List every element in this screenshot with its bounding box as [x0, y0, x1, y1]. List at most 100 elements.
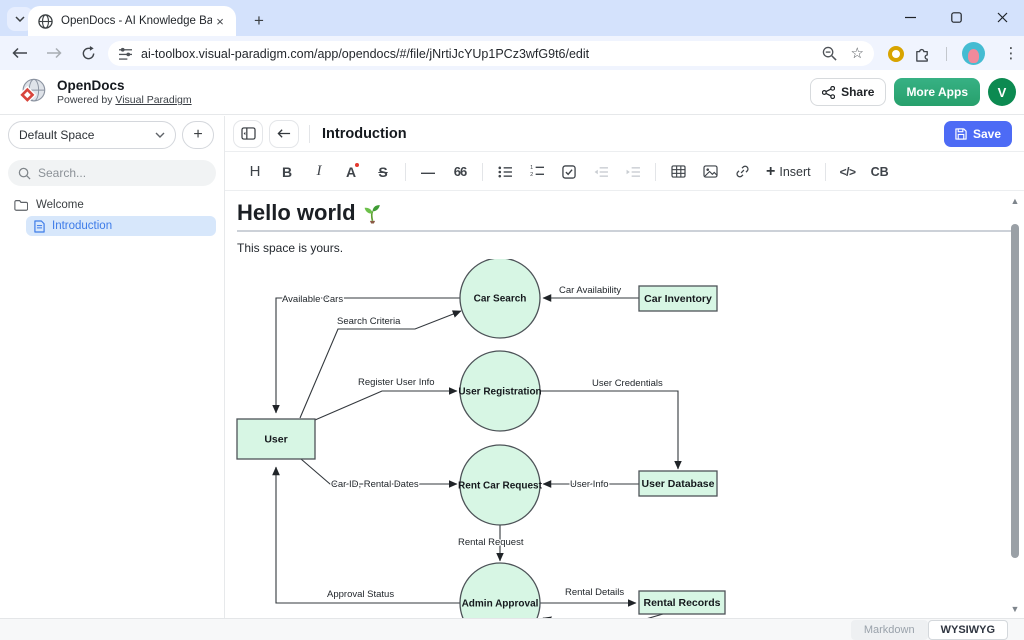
image-button[interactable]	[696, 158, 724, 186]
extensions-puzzle-icon[interactable]	[914, 45, 931, 62]
nav-separator	[946, 47, 947, 61]
opendocs-logo	[18, 77, 48, 107]
user-avatar[interactable]: V	[988, 78, 1016, 106]
wysiwyg-mode-button[interactable]: WYSIWYG	[928, 620, 1008, 640]
svg-text:1: 1	[530, 165, 533, 171]
heading-button[interactable]: H	[241, 158, 269, 186]
ordered-list-icon: 1 2	[530, 165, 545, 178]
dfd-diagram[interactable]: Available CarsSearch CriteriaCar Availab…	[225, 259, 1006, 618]
insert-button[interactable]: + Insert	[760, 158, 817, 186]
task-list-button[interactable]	[555, 158, 583, 186]
chevron-down-icon	[15, 16, 25, 22]
panel-left-icon	[241, 127, 256, 140]
share-button[interactable]: Share	[810, 78, 886, 106]
browser-menu-icon[interactable]: ⋮	[1000, 41, 1022, 65]
flow-register-user-info	[315, 391, 457, 420]
process-label-user-registration: User Registration	[458, 387, 541, 398]
space-selector[interactable]: Default Space	[8, 121, 176, 149]
avatar-figure	[968, 49, 979, 63]
browser-profile-avatar[interactable]	[962, 42, 985, 65]
back-arrow-icon	[12, 47, 28, 59]
code-block-button[interactable]: CB	[866, 158, 894, 186]
tab-title: OpenDocs - AI Knowledge Base	[61, 15, 212, 27]
table-icon	[671, 165, 686, 178]
address-bar[interactable]: ai-toolbox.visual-paradigm.com/app/opend…	[108, 41, 874, 66]
entity-label-rental-records: Rental Records	[643, 597, 720, 609]
doc-back-button[interactable]	[269, 120, 299, 148]
svg-text:2: 2	[530, 172, 533, 178]
horizontal-rule-button[interactable]: —	[414, 158, 442, 186]
blockquote-button[interactable]: 66	[446, 158, 474, 186]
zoom-out-icon[interactable]	[822, 46, 837, 61]
font-color-button[interactable]: A	[337, 158, 365, 186]
sidebar-item-welcome[interactable]: Welcome	[8, 196, 216, 214]
flow-label: Rental Details	[565, 587, 624, 598]
strikethrough-button[interactable]: S	[369, 158, 397, 186]
flow-label: Car Availability	[559, 285, 621, 296]
doc-heading: Hello world	[237, 200, 1024, 226]
more-apps-button[interactable]: More Apps	[894, 78, 980, 106]
save-button[interactable]: Save	[944, 121, 1012, 147]
window-close-button[interactable]	[988, 4, 1016, 30]
chevron-down-icon	[155, 132, 165, 138]
scroll-up-icon[interactable]: ▲	[1010, 196, 1020, 206]
sidebar-item-introduction[interactable]: Introduction	[26, 216, 216, 236]
status-bar: Markdown WYSIWYG	[0, 618, 1024, 640]
share-label: Share	[841, 85, 874, 99]
browser-tab[interactable]: OpenDocs - AI Knowledge Base ×	[28, 6, 236, 36]
scroll-down-icon[interactable]: ▼	[1010, 604, 1020, 614]
toggle-sidebar-button[interactable]	[233, 120, 263, 148]
flow-user-credentials	[540, 391, 678, 469]
bullet-list-button[interactable]	[491, 158, 519, 186]
editor-canvas[interactable]: Hello world This space is yours. Availab…	[225, 192, 1024, 618]
toolbar-separator	[482, 163, 483, 181]
seedling-emoji	[362, 202, 383, 224]
tab-close-icon[interactable]: ×	[212, 13, 228, 29]
maximize-icon	[951, 12, 962, 23]
table-button[interactable]	[664, 158, 692, 186]
entity-label-user-database: User Database	[642, 478, 715, 490]
outdent-icon	[594, 166, 609, 178]
refresh-button[interactable]	[74, 39, 102, 67]
window-minimize-button[interactable]	[896, 4, 924, 30]
visual-paradigm-link[interactable]: Visual Paradigm	[115, 94, 191, 106]
search-input[interactable]	[38, 166, 198, 180]
link-button[interactable]	[728, 158, 756, 186]
search-icon	[18, 167, 31, 180]
ordered-list-button[interactable]: 1 2	[523, 158, 551, 186]
indent-button[interactable]	[619, 158, 647, 186]
outdent-button[interactable]	[587, 158, 615, 186]
flow-label: Approval Status	[327, 589, 394, 600]
toolbar-separator	[825, 163, 826, 181]
checkbox-icon	[562, 165, 576, 179]
share-icon	[822, 86, 835, 99]
bookmark-star-icon[interactable]: ☆	[851, 46, 864, 61]
back-button[interactable]	[6, 39, 34, 67]
doc-paragraph: This space is yours.	[237, 241, 1024, 255]
insert-label: Insert	[779, 165, 810, 179]
add-space-button[interactable]: +	[182, 121, 214, 149]
editor-scrollbar[interactable]: ▲ ▼	[1008, 192, 1022, 618]
scrollbar-thumb[interactable]	[1011, 224, 1019, 558]
process-admin-approval	[460, 563, 540, 618]
document-icon	[34, 220, 45, 233]
italic-button[interactable]: I	[305, 158, 333, 186]
main-panel: Introduction Save H B I A S — 66	[225, 116, 1024, 618]
bold-button[interactable]: B	[273, 158, 301, 186]
extension-badge-icon[interactable]	[888, 46, 904, 62]
sidebar-search[interactable]	[8, 160, 216, 186]
toolbar-separator	[405, 163, 406, 181]
forward-arrow-icon	[46, 47, 62, 59]
window-maximize-button[interactable]	[942, 4, 970, 30]
app-header: OpenDocs Powered by Visual Paradigm Shar…	[0, 70, 1024, 115]
powered-by: Powered by Visual Paradigm	[57, 94, 192, 106]
inline-code-button[interactable]: </>	[834, 158, 862, 186]
browser-tab-strip: OpenDocs - AI Knowledge Base × +	[0, 0, 1024, 36]
bullet-list-icon	[498, 166, 513, 178]
new-tab-button[interactable]: +	[246, 8, 272, 34]
browser-nav-bar: ai-toolbox.visual-paradigm.com/app/opend…	[0, 36, 1024, 70]
forward-button[interactable]	[40, 39, 68, 67]
flow-label: User Info	[570, 479, 609, 490]
markdown-mode-button[interactable]: Markdown	[851, 620, 928, 640]
flow-label: Car ID, Rental Dates	[331, 479, 419, 490]
